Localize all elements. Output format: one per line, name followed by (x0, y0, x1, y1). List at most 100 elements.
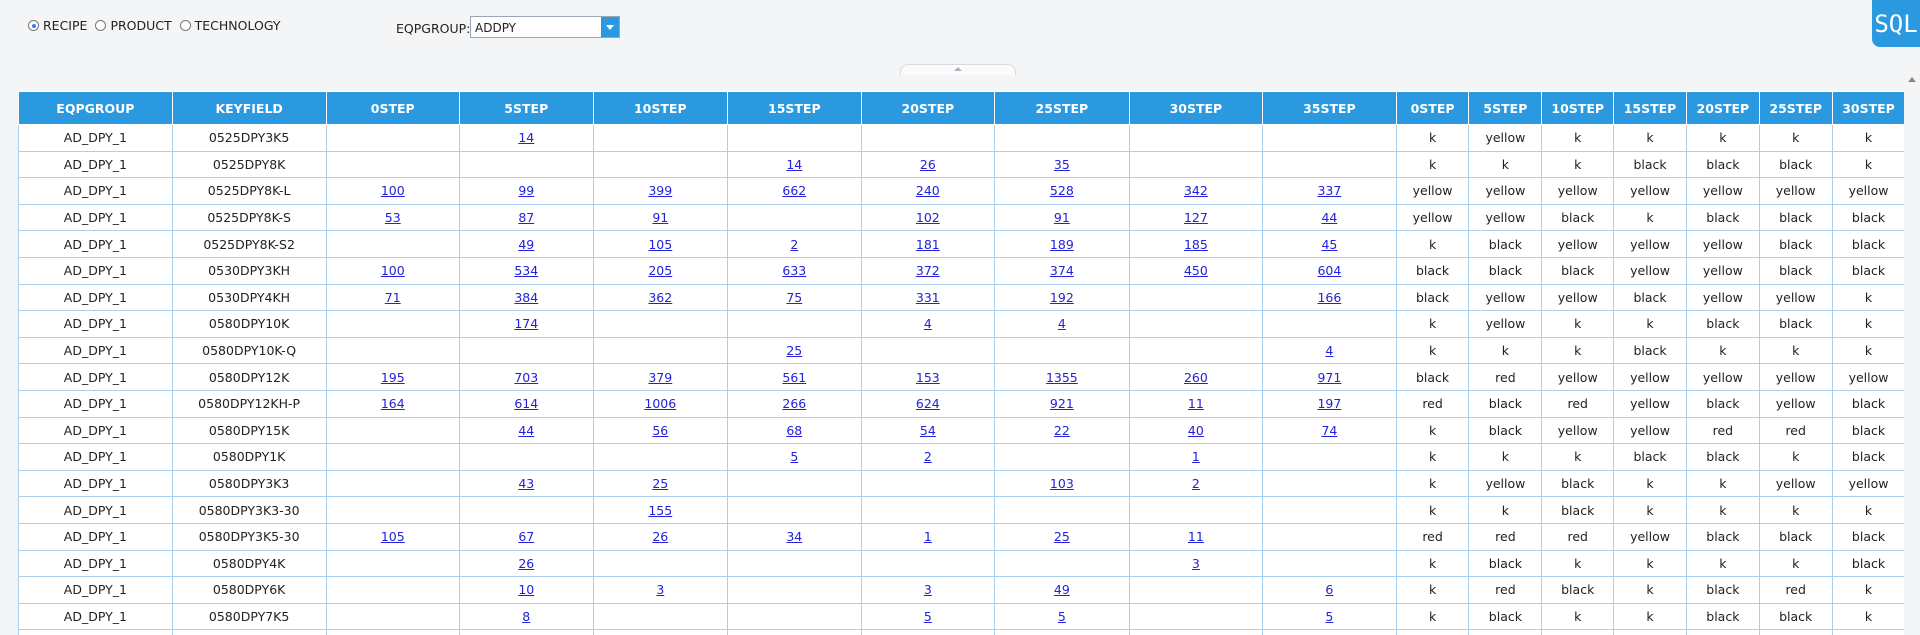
step-count-link[interactable]: 362 (648, 290, 672, 305)
step-count-link[interactable]: 189 (1050, 237, 1074, 252)
step-count-link[interactable]: 75 (786, 290, 802, 305)
step-count-link[interactable]: 87 (518, 210, 534, 225)
column-header[interactable]: 25STEP (1758, 91, 1833, 125)
step-count-link[interactable]: 4 (924, 316, 932, 331)
step-count-link[interactable]: 153 (916, 370, 940, 385)
step-count-link[interactable]: 127 (1184, 210, 1208, 225)
step-count-link[interactable]: 1 (1192, 449, 1200, 464)
step-count-link[interactable]: 971 (1317, 370, 1341, 385)
column-header[interactable]: 10STEP (1541, 91, 1615, 125)
step-count-link[interactable]: 3 (656, 582, 664, 597)
scroll-up-arrow-icon[interactable] (1908, 77, 1916, 82)
step-count-link[interactable]: 2 (924, 449, 932, 464)
step-count-link[interactable]: 102 (916, 210, 940, 225)
step-count-link[interactable]: 22 (1054, 423, 1070, 438)
step-count-link[interactable]: 2 (790, 237, 798, 252)
step-count-link[interactable]: 43 (518, 476, 534, 491)
step-count-link[interactable]: 561 (782, 370, 806, 385)
step-count-link[interactable]: 8 (522, 609, 530, 624)
step-count-link[interactable]: 35 (1054, 157, 1070, 172)
step-count-link[interactable]: 67 (518, 529, 534, 544)
step-count-link[interactable]: 34 (786, 529, 802, 544)
step-count-link[interactable]: 399 (648, 183, 672, 198)
step-count-link[interactable]: 192 (1050, 290, 1074, 305)
step-count-link[interactable]: 528 (1050, 183, 1074, 198)
step-count-link[interactable]: 44 (1321, 210, 1337, 225)
step-count-link[interactable]: 624 (916, 396, 940, 411)
step-count-link[interactable]: 181 (916, 237, 940, 252)
column-header[interactable]: 5STEP (459, 91, 594, 125)
step-count-link[interactable]: 205 (648, 263, 672, 278)
sql-button[interactable]: SQL (1872, 0, 1920, 47)
step-count-link[interactable]: 331 (916, 290, 940, 305)
radio-product-circle[interactable] (95, 20, 107, 31)
step-count-link[interactable]: 100 (381, 263, 405, 278)
step-count-link[interactable]: 25 (786, 343, 802, 358)
step-count-link[interactable]: 260 (1184, 370, 1208, 385)
step-count-link[interactable]: 604 (1317, 263, 1341, 278)
step-count-link[interactable]: 3 (1192, 556, 1200, 571)
step-count-link[interactable]: 374 (1050, 263, 1074, 278)
column-header[interactable]: 10STEP (592, 91, 729, 125)
step-count-link[interactable]: 14 (518, 130, 534, 145)
step-count-link[interactable]: 105 (648, 237, 672, 252)
step-count-link[interactable]: 10 (518, 582, 534, 597)
step-count-link[interactable]: 534 (514, 263, 538, 278)
radio-product[interactable]: PRODUCT (95, 18, 172, 33)
step-count-link[interactable]: 662 (782, 183, 806, 198)
radio-technology-circle[interactable] (179, 20, 191, 31)
step-count-link[interactable]: 26 (652, 529, 668, 544)
step-count-link[interactable]: 26 (518, 556, 534, 571)
column-header[interactable]: 15STEP (727, 91, 862, 125)
step-count-link[interactable]: 342 (1184, 183, 1208, 198)
step-count-link[interactable]: 25 (1054, 529, 1070, 544)
step-count-link[interactable]: 185 (1184, 237, 1208, 252)
step-count-link[interactable]: 56 (652, 423, 668, 438)
step-count-link[interactable]: 49 (1054, 582, 1070, 597)
step-count-link[interactable]: 174 (514, 316, 538, 331)
step-count-link[interactable]: 25 (652, 476, 668, 491)
step-count-link[interactable]: 14 (786, 157, 802, 172)
step-count-link[interactable]: 103 (1050, 476, 1074, 491)
column-header[interactable]: EQPGROUP (18, 91, 173, 125)
step-count-link[interactable]: 197 (1317, 396, 1341, 411)
step-count-link[interactable]: 100 (381, 183, 405, 198)
step-count-link[interactable]: 379 (648, 370, 672, 385)
column-header[interactable]: 5STEP (1468, 91, 1543, 125)
step-count-link[interactable]: 11 (1188, 529, 1204, 544)
column-header[interactable]: 15STEP (1613, 91, 1687, 125)
step-count-link[interactable]: 1006 (644, 396, 676, 411)
step-count-link[interactable]: 1 (924, 529, 932, 544)
step-count-link[interactable]: 45 (1321, 237, 1337, 252)
step-count-link[interactable]: 5 (924, 609, 932, 624)
step-count-link[interactable]: 3 (924, 582, 932, 597)
step-count-link[interactable]: 5 (1058, 609, 1066, 624)
step-count-link[interactable]: 384 (514, 290, 538, 305)
step-count-link[interactable]: 1355 (1046, 370, 1078, 385)
step-count-link[interactable]: 53 (385, 210, 401, 225)
step-count-link[interactable]: 6 (1325, 582, 1333, 597)
column-header[interactable]: 30STEP (1831, 91, 1904, 125)
step-count-link[interactable]: 4 (1058, 316, 1066, 331)
column-header[interactable]: 20STEP (1685, 91, 1760, 125)
step-count-link[interactable]: 91 (1054, 210, 1070, 225)
step-count-link[interactable]: 195 (381, 370, 405, 385)
step-count-link[interactable]: 5 (1325, 609, 1333, 624)
step-count-link[interactable]: 2 (1192, 476, 1200, 491)
step-count-link[interactable]: 155 (648, 503, 672, 518)
step-count-link[interactable]: 74 (1321, 423, 1337, 438)
vertical-scrollbar[interactable] (1904, 72, 1920, 635)
step-count-link[interactable]: 99 (518, 183, 534, 198)
step-count-link[interactable]: 372 (916, 263, 940, 278)
step-count-link[interactable]: 71 (385, 290, 401, 305)
step-count-link[interactable]: 240 (916, 183, 940, 198)
step-count-link[interactable]: 337 (1317, 183, 1341, 198)
column-header[interactable]: 0STEP (1395, 91, 1470, 125)
step-count-link[interactable]: 4 (1325, 343, 1333, 358)
step-count-link[interactable]: 266 (782, 396, 806, 411)
step-count-link[interactable]: 164 (381, 396, 405, 411)
dropdown-arrow-icon[interactable] (601, 17, 619, 37)
column-header[interactable]: 30STEP (1128, 91, 1264, 125)
radio-recipe-circle[interactable] (28, 20, 39, 31)
step-count-link[interactable]: 166 (1317, 290, 1341, 305)
